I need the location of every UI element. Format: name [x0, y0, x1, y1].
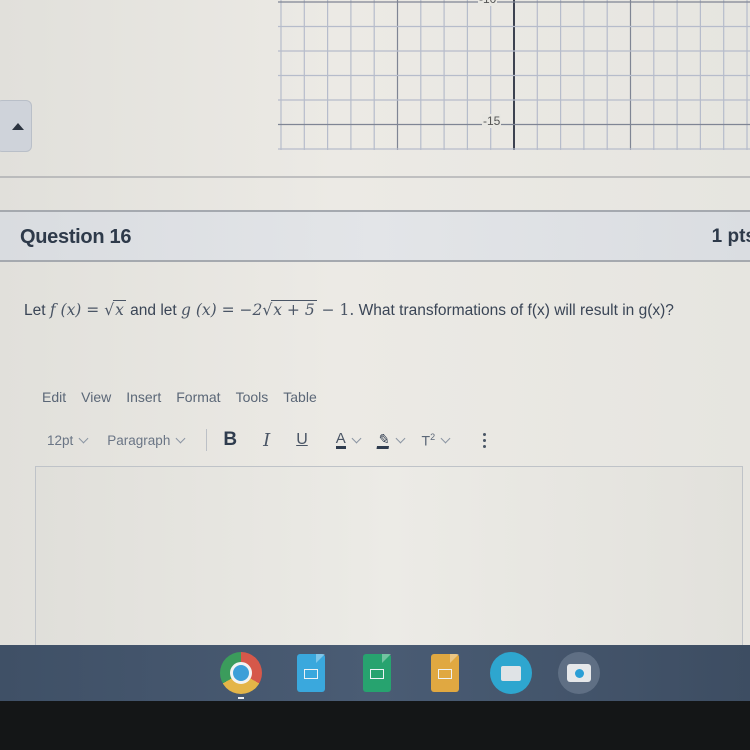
italic-button[interactable]: I — [263, 430, 270, 451]
menu-table[interactable]: Table — [283, 389, 316, 405]
more-options-button[interactable] — [483, 432, 487, 448]
question-text: Let f (x) = √x and let g (x) = −2√x + 5 … — [24, 298, 744, 323]
active-app-indicator — [238, 697, 244, 699]
block-format-dropdown[interactable]: Paragraph — [107, 432, 186, 448]
screen-bezel — [0, 701, 750, 750]
shelf-app-sheets[interactable] — [356, 652, 398, 694]
menu-tools[interactable]: Tools — [236, 389, 269, 405]
menu-view[interactable]: View — [81, 389, 111, 405]
block-format-value: Paragraph — [107, 432, 171, 448]
toolbar-separator — [206, 429, 208, 451]
superscript-button[interactable]: T2 — [421, 431, 451, 449]
chrome-icon — [230, 662, 252, 684]
shelf-app-slides[interactable] — [424, 652, 466, 694]
highlight-color-button[interactable]: ✎ — [376, 430, 405, 449]
shelf-app-docs[interactable] — [290, 652, 332, 694]
answer-text-editor[interactable] — [35, 466, 743, 656]
camera-icon — [567, 664, 591, 682]
canvas-page: -10 -15 Question 16 1 pts Let f (x) = √x… — [0, 0, 750, 656]
menu-edit[interactable]: Edit — [42, 389, 66, 405]
g-radicand: x + 5 — [271, 300, 317, 319]
shelf-app-chrome[interactable] — [220, 652, 262, 694]
text-mid: and let — [125, 302, 181, 319]
slides-icon — [431, 654, 459, 692]
f-definition: f (x) = — [49, 301, 105, 319]
y-tick-label-minus-15: -15 — [482, 114, 502, 128]
scroll-to-top-button[interactable] — [0, 100, 32, 152]
grid-lines — [278, 0, 750, 150]
editor-menubar: Edit View Insert Format Tools Table — [42, 389, 332, 405]
bold-button[interactable]: B — [223, 429, 237, 451]
menu-insert[interactable]: Insert — [126, 389, 161, 405]
font-size-value: 12pt — [47, 432, 74, 448]
chevron-down-icon — [175, 433, 186, 443]
chevron-down-icon — [351, 433, 362, 443]
font-size-dropdown[interactable]: 12pt — [47, 432, 89, 448]
shelf-app-camera[interactable] — [558, 652, 600, 694]
highlighter-icon: ✎ — [376, 430, 392, 449]
superscript-icon: T2 — [421, 431, 436, 449]
g-tail: − 1. — [316, 301, 355, 319]
question-title: Question 16 — [20, 226, 132, 248]
y-tick-label-minus-10: -10 — [478, 0, 498, 6]
question-points: 1 pts — [711, 226, 750, 247]
text-lead: Let — [24, 302, 50, 319]
question-prompt: What transformations of f(x) will result… — [354, 302, 674, 319]
chevron-down-icon — [440, 433, 451, 443]
text-color-button[interactable]: A — [335, 429, 362, 449]
more-vertical-icon — [483, 432, 487, 436]
question-divider — [0, 176, 750, 178]
sheets-icon — [363, 654, 391, 692]
text-color-icon: A — [335, 429, 346, 449]
chevron-down-icon — [395, 433, 405, 443]
underline-button[interactable]: U — [296, 431, 308, 449]
editor-toolbar: 12pt Paragraph B I U A ✎ T2 — [47, 428, 487, 452]
question-header: Question 16 1 pts — [0, 210, 750, 262]
shelf-app-files[interactable] — [490, 652, 532, 694]
g-definition: g (x) = −2 — [181, 301, 263, 319]
files-icon — [501, 665, 521, 681]
coordinate-grid-graph: -10 -15 — [278, 0, 750, 152]
chevron-down-icon — [78, 433, 89, 443]
arrow-up-icon — [12, 122, 24, 130]
f-radicand: x — [113, 300, 126, 319]
menu-format[interactable]: Format — [176, 389, 220, 405]
docs-icon — [297, 654, 325, 692]
